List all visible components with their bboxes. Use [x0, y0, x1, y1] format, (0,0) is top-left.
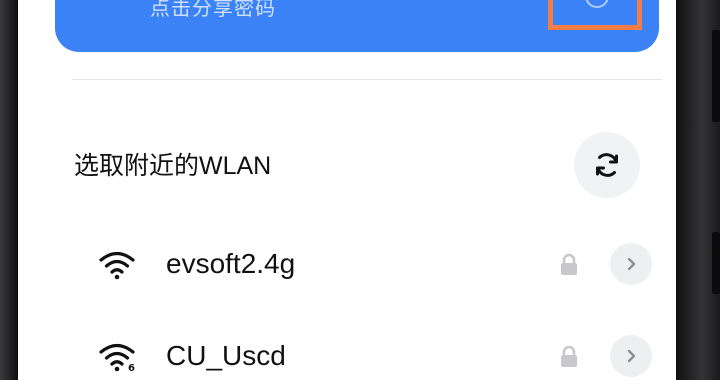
lock-icon	[561, 253, 577, 275]
network-detail-button[interactable]	[610, 243, 652, 285]
wifi-network-row[interactable]: 6 CU_Uscd	[36, 320, 676, 380]
chevron-right-icon	[627, 349, 636, 363]
svg-text:6: 6	[128, 363, 135, 372]
wifi-network-row[interactable]: evsoft2.4g	[36, 228, 676, 300]
network-detail-button[interactable]	[610, 335, 652, 377]
volume-button	[712, 30, 720, 122]
qr-code-icon	[585, 0, 609, 8]
nearby-wlan-title: 选取附近的WLAN	[74, 152, 272, 180]
phone-frame: 点击分享密码 选取附近的WLAN evsoft2.4g 6 CU_Uscd	[0, 0, 720, 380]
wifi-6-icon: 6	[99, 343, 135, 372]
chevron-right-icon	[627, 257, 636, 271]
wifi-icon	[99, 251, 135, 280]
lock-icon	[561, 345, 577, 367]
power-button	[712, 232, 720, 294]
wifi-ssid: CU_Uscd	[166, 340, 286, 371]
refresh-icon	[596, 153, 618, 177]
wlan-screen: 点击分享密码 选取附近的WLAN evsoft2.4g 6 CU_Uscd	[18, 0, 676, 380]
wifi-ssid: evsoft2.4g	[166, 248, 296, 279]
phone-bezel-left	[0, 0, 18, 380]
refresh-button[interactable]	[574, 132, 640, 198]
section-divider	[72, 79, 662, 80]
share-password-hint: 点击分享密码	[150, 0, 276, 20]
share-qr-button-highlight[interactable]	[548, 0, 642, 30]
